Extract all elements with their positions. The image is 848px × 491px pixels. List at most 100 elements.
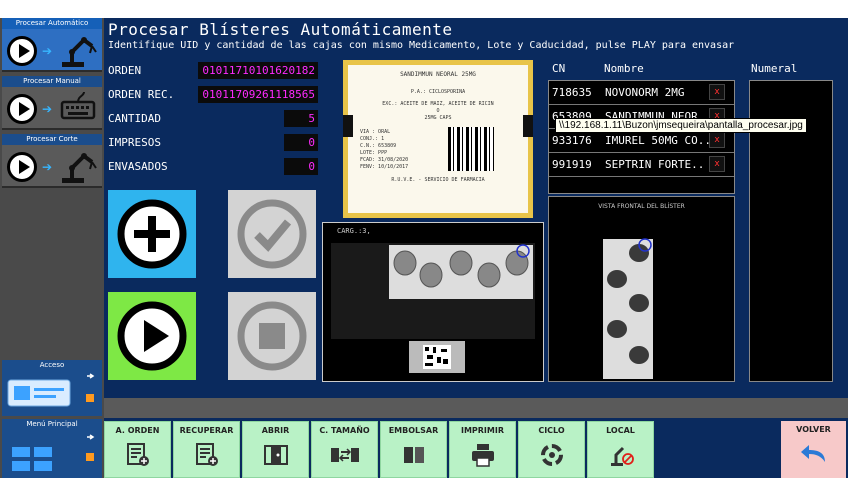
cell-cn: 933176 [552, 134, 592, 147]
arrow-right-icon: ➔ [42, 44, 53, 58]
col-header-numeral: Numeral [751, 62, 798, 75]
acceso-panel[interactable]: Acceso [2, 360, 102, 416]
volver-label: VOLVER [796, 425, 831, 434]
orden-rec-value: 01011709261118565 [198, 86, 318, 103]
delete-row-button[interactable]: x [709, 156, 725, 172]
cell-nombre: IMUREL 50MG CO.. [605, 134, 711, 147]
cell-nombre: NOVONORM 2MG [605, 86, 685, 99]
arrow-right-icon: ➔ [42, 160, 53, 174]
mode-procesar-manual[interactable]: Procesar Manual ➔ [2, 76, 102, 130]
envasados-label: ENVASADOS [108, 160, 168, 173]
mode-procesar-automatico[interactable]: Procesar Automático ➔ [2, 18, 102, 72]
ciclo-label: CICLO [538, 426, 565, 435]
play-circle-icon [117, 301, 187, 371]
cell-cn: 718635 [552, 86, 592, 99]
play-icon [7, 36, 37, 66]
impresos-label: IMPRESOS [108, 136, 161, 149]
menu-grid-icon [12, 434, 95, 471]
mode-label: Procesar Corte [2, 134, 102, 145]
label-line: R.U.V.E. - SERVICIO DE FARMACIA [391, 177, 485, 183]
table-row[interactable]: 718635 NOVONORM 2MG x [549, 81, 734, 105]
label-line: FCAD: 31/08/2020 [360, 157, 409, 163]
cantidad-value: 5 [284, 110, 318, 127]
resize-icon [330, 448, 359, 462]
impresos-value: 0 [284, 134, 318, 151]
orden-value: 01011710101620182 [198, 62, 318, 79]
printer-icon [471, 444, 494, 467]
page-title: Procesar Blísteres Automáticamente [108, 20, 453, 39]
play-button[interactable] [108, 292, 196, 380]
plus-circle-icon [117, 199, 187, 269]
id-card-icon [7, 373, 95, 407]
back-arrow-icon [800, 445, 825, 462]
col-header-cn: CN [552, 62, 566, 75]
stop-button[interactable] [228, 292, 316, 380]
acceso-label: Acceso [39, 361, 65, 369]
mode-procesar-corte[interactable]: Procesar Corte ➔ [2, 134, 102, 188]
imprimir-label: IMPRIMIR [460, 426, 505, 435]
app-screen: Procesar Automático ➔ Procesar Manual ➔ … [0, 18, 848, 478]
menu-principal-label: Menú Principal [26, 420, 78, 428]
a-orden-label: A. ORDEN [115, 426, 160, 435]
delete-row-button[interactable]: x [709, 132, 725, 148]
local-label: LOCAL [606, 426, 635, 435]
keyboard-icon [60, 91, 96, 120]
volver-button[interactable]: VOLVER [781, 421, 846, 478]
stop-circle-icon [237, 301, 307, 371]
label-line: 25MG CAPS [424, 115, 452, 121]
label-line: C.N.: 653809 [360, 143, 397, 149]
local-button[interactable]: LOCAL [587, 421, 654, 478]
embolsar-label: EMBOLSAR [388, 426, 439, 435]
label-line: CONJ.: 1 [360, 136, 385, 142]
delete-row-button[interactable]: x [709, 84, 725, 100]
recuperar-label: RECUPERAR [179, 426, 234, 435]
play-icon [7, 94, 37, 124]
page-subtitle: Identifique UID y cantidad de las cajas … [108, 40, 735, 51]
robot-arm-icon [62, 153, 97, 183]
label-line: LOTE: PPP [360, 150, 388, 156]
cantidad-label: CANTIDAD [108, 112, 161, 125]
col-header-nombre: Nombre [604, 62, 644, 75]
menu-principal-panel[interactable]: Menú Principal [2, 419, 102, 478]
frontal-caption: VISTA FRONTAL DEL BLÍSTER [598, 203, 685, 210]
recuperar-button[interactable]: RECUPERAR [173, 421, 240, 478]
recover-order-icon [195, 443, 218, 466]
abrir-label: ABRIR [261, 426, 290, 435]
label-line: SANDIMMUN NEORAL 25MG [400, 71, 476, 78]
blister-frontal-image [603, 238, 653, 379]
camera-view: CARG.:3, [322, 222, 544, 382]
imprimir-button[interactable]: IMPRIMIR [449, 421, 516, 478]
c-tamano-button[interactable]: C. TAMAÑO [311, 421, 378, 478]
cell-nombre: SEPTRIN FORTE.. [605, 158, 705, 171]
orden-label: ORDEN [108, 64, 142, 77]
confirm-button[interactable] [228, 190, 316, 278]
drug-label-image: SANDIMMUN NEORAL 25MG P.A.: CICLOSPORINA… [343, 60, 533, 218]
orden-rec-label: ORDEN REC. [108, 88, 175, 101]
add-order-icon [126, 443, 149, 466]
abrir-button[interactable]: ABRIR [242, 421, 309, 478]
c-tamano-label: C. TAMAÑO [319, 426, 370, 435]
frontal-view-panel: VISTA FRONTAL DEL BLÍSTER [548, 196, 735, 382]
label-line: FENV: 10/10/2017 [360, 164, 409, 170]
mode-label: Procesar Automático [2, 18, 102, 29]
robot-local-icon [610, 446, 634, 466]
a-orden-button[interactable]: A. ORDEN [104, 421, 171, 478]
add-button[interactable] [108, 190, 196, 278]
envasados-value: 0 [284, 158, 318, 175]
medication-table: 718635 NOVONORM 2MG x 653809 SANDIMMUN N… [548, 80, 735, 194]
label-line: EXC.: ACEITE DE MAIZ, ACEITE DE RICIN [382, 101, 494, 107]
open-door-icon [263, 445, 288, 465]
ciclo-button[interactable]: CICLO [518, 421, 585, 478]
sidebar: Procesar Automático ➔ Procesar Manual ➔ … [0, 18, 104, 478]
embolsar-button[interactable]: EMBOLSAR [380, 421, 447, 478]
blister-camera-image [331, 243, 535, 373]
status-bar [104, 398, 848, 418]
file-path-tooltip: \\192.168.1.11\Buzon\jmsequeira\pantalla… [555, 118, 807, 133]
label-line: P.A.: CICLOSPORINA [410, 89, 466, 95]
check-circle-icon [237, 199, 307, 269]
label-line: O [436, 108, 440, 114]
robot-arm-icon [62, 37, 97, 67]
label-line: VIA : ORAL [360, 129, 391, 135]
arrow-right-icon: ➔ [42, 102, 53, 116]
table-row[interactable]: 991919 SEPTRIN FORTE.. x [549, 153, 734, 177]
